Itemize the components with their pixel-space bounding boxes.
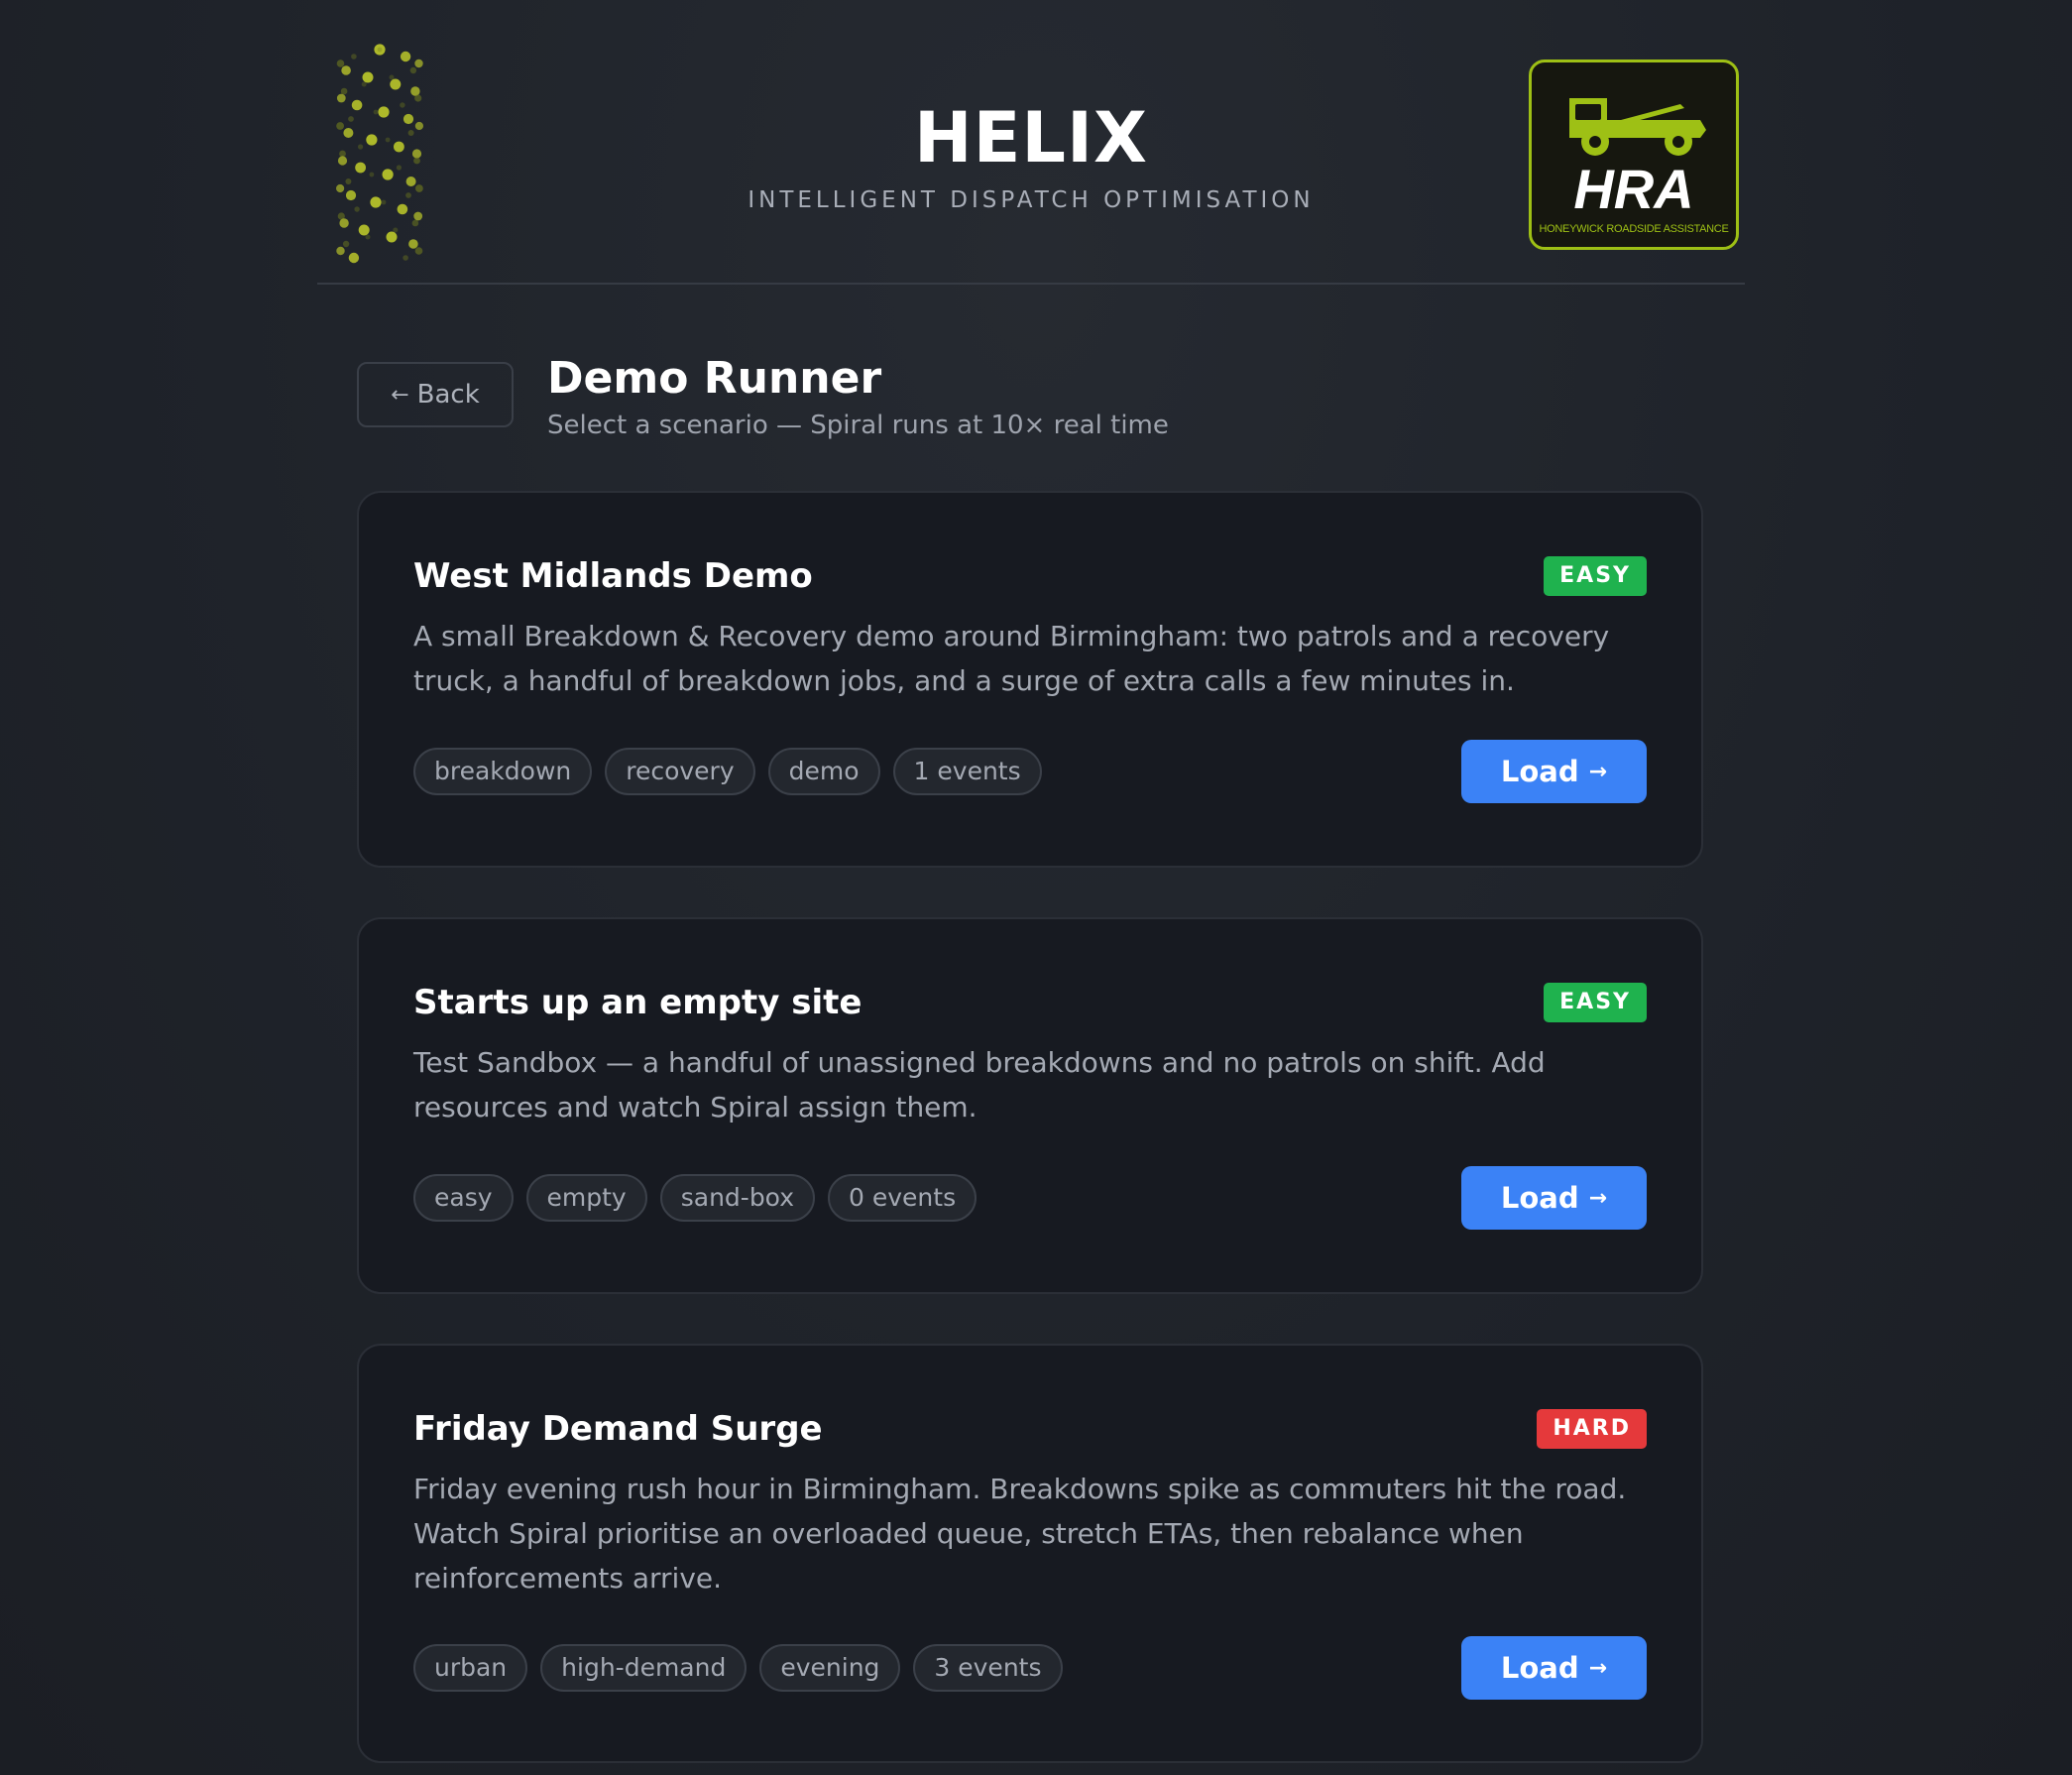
load-button[interactable]: Load → xyxy=(1461,1166,1647,1230)
page-title: Demo Runner xyxy=(547,353,882,404)
events-count-tag: 3 events xyxy=(913,1644,1063,1692)
back-button[interactable]: ← Back xyxy=(357,362,514,427)
tag: empty xyxy=(525,1174,647,1222)
load-button-label: Load xyxy=(1500,1651,1579,1685)
tag: easy xyxy=(413,1174,514,1222)
scenario-title: Starts up an empty site xyxy=(413,983,863,1022)
tag: high-demand xyxy=(540,1644,748,1692)
tag: sand-box xyxy=(659,1174,816,1222)
events-count-tag: 1 events xyxy=(892,748,1042,795)
load-button[interactable]: Load → xyxy=(1461,740,1647,803)
difficulty-badge: EASY xyxy=(1544,556,1647,596)
arrow-left-icon: ← xyxy=(391,382,409,408)
arrow-right-icon: → xyxy=(1588,1655,1608,1681)
tag-list: breakdown recovery demo 1 events xyxy=(413,748,1042,795)
arrow-right-icon: → xyxy=(1588,1185,1608,1211)
tag: recovery xyxy=(605,748,755,795)
tag-list: urban high-demand evening 3 events xyxy=(413,1644,1063,1692)
scenario-card: Starts up an empty site EASY Test Sandbo… xyxy=(357,917,1703,1294)
hra-logo-caption: HONEYWICK ROADSIDE ASSISTANCE xyxy=(1539,223,1729,235)
difficulty-badge: HARD xyxy=(1537,1409,1647,1449)
difficulty-badge: EASY xyxy=(1544,983,1647,1022)
load-button-label: Load xyxy=(1500,755,1579,788)
page: HELIX INTELLIGENT DISPATCH OPTIMISATION … xyxy=(317,0,1745,1775)
tag: demo xyxy=(767,748,880,795)
tag: urban xyxy=(413,1644,528,1692)
scenario-card: Friday Demand Surge HARD Friday evening … xyxy=(357,1344,1703,1763)
tag: evening xyxy=(759,1644,901,1692)
hra-logo: HRA HONEYWICK ROADSIDE ASSISTANCE xyxy=(1529,59,1739,250)
scenario-description: A small Breakdown & Recovery demo around… xyxy=(413,620,1610,697)
scenario-description: Test Sandbox — a handful of unassigned b… xyxy=(413,1046,1546,1124)
load-button[interactable]: Load → xyxy=(1461,1636,1647,1700)
scenario-title: West Midlands Demo xyxy=(413,556,813,596)
tow-truck-icon xyxy=(1569,98,1706,156)
page-subtitle: Select a scenario — Spiral runs at 10× r… xyxy=(547,411,1169,440)
events-count-tag: 0 events xyxy=(828,1174,978,1222)
scenario-title: Friday Demand Surge xyxy=(413,1409,823,1449)
header: HELIX INTELLIGENT DISPATCH OPTIMISATION … xyxy=(317,0,1745,285)
scenario-card: West Midlands Demo EASY A small Breakdow… xyxy=(357,491,1703,868)
hra-logo-text: HRA xyxy=(1573,158,1694,220)
load-button-label: Load xyxy=(1500,1181,1579,1215)
tag: breakdown xyxy=(413,748,593,795)
tag-list: easy empty sand-box 0 events xyxy=(413,1174,978,1222)
arrow-right-icon: → xyxy=(1588,759,1608,784)
scenario-description: Friday evening rush hour in Birmingham. … xyxy=(413,1473,1627,1595)
back-button-label: Back xyxy=(416,380,480,410)
